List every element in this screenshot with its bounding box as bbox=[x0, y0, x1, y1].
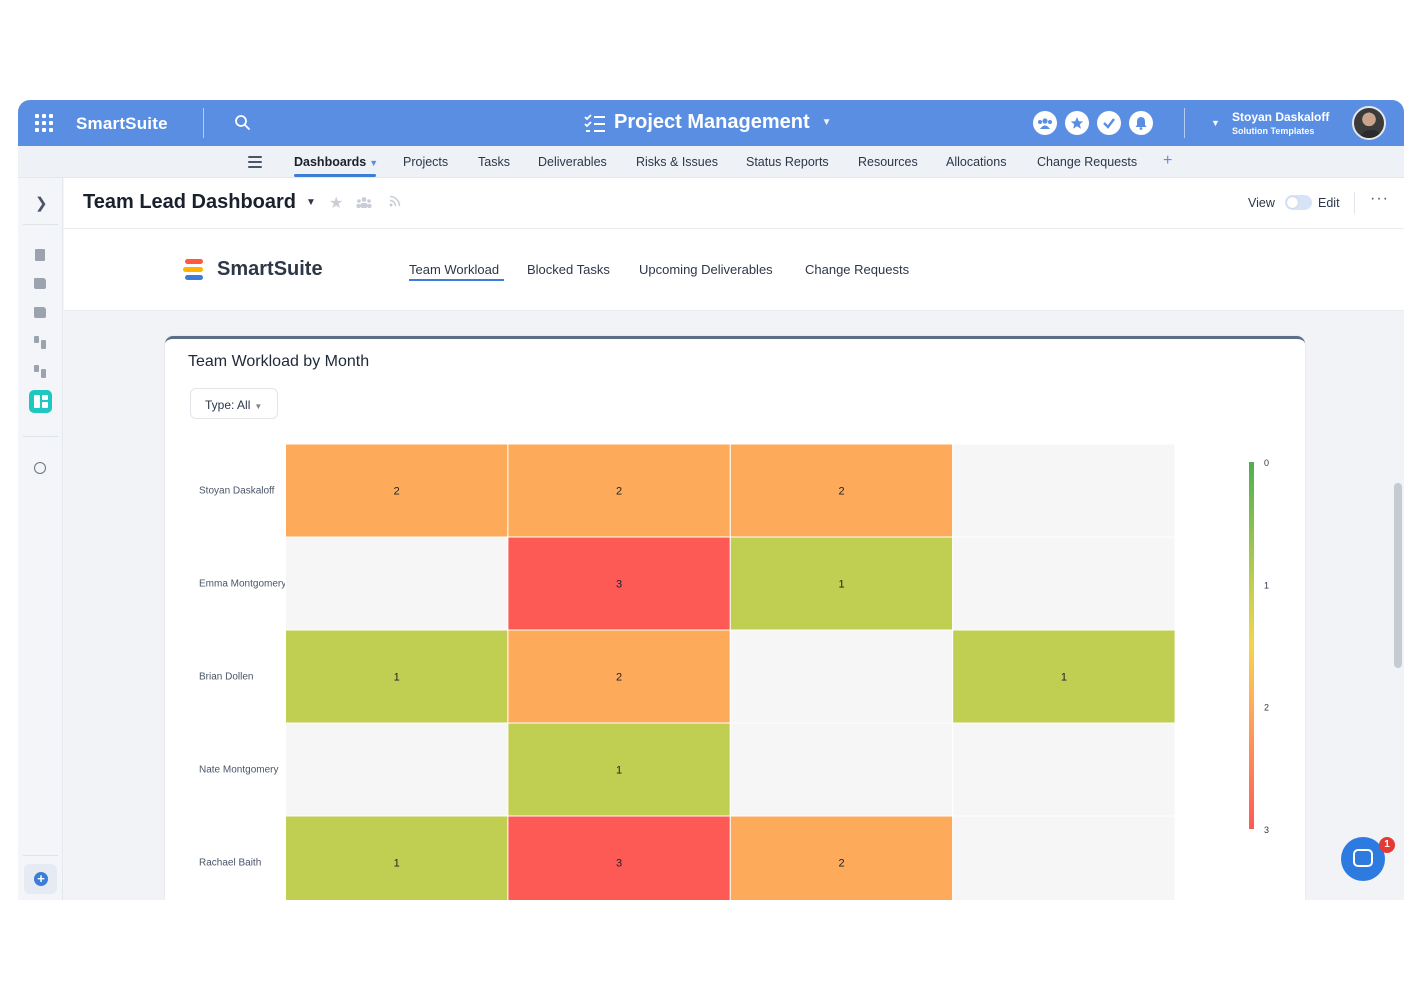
heatmap-cell[interactable] bbox=[285, 722, 509, 817]
heatmap-cell-value: 1 bbox=[838, 579, 844, 591]
heatmap-row-label: Stoyan Daskaloff bbox=[199, 486, 275, 497]
heatmap-cell-value: 1 bbox=[394, 672, 400, 684]
colorscale-tick-label: 0 bbox=[1264, 458, 1269, 468]
heatmap-cell-value: 2 bbox=[616, 672, 622, 684]
chat-icon bbox=[1353, 849, 1373, 867]
colorscale-tick-label: 2 bbox=[1264, 703, 1269, 713]
heatmap-row-label: Nate Montgomery bbox=[199, 765, 278, 776]
heatmap-cell-value: 2 bbox=[838, 486, 844, 498]
heatmap-cell[interactable] bbox=[952, 815, 1176, 900]
heatmap-cell[interactable] bbox=[285, 536, 509, 631]
colorscale-tick-label: 3 bbox=[1264, 825, 1269, 835]
heatmap-cell-value: 3 bbox=[616, 579, 622, 591]
heatmap-cell[interactable] bbox=[729, 722, 954, 817]
heatmap-row-label: Brian Dollen bbox=[199, 672, 253, 683]
heatmap-row-label: Emma Montgomery bbox=[199, 579, 286, 590]
heatmap-chart: Stoyan Daskaloff Emma Montgomery Brian Dol… bbox=[199, 443, 1269, 900]
heatmap-row-label: Rachael Baith bbox=[199, 858, 261, 869]
heatmap-cell[interactable] bbox=[952, 443, 1176, 538]
colorscale-bar bbox=[1249, 462, 1254, 829]
app-window: SmartSuite Project Management ▼ ▼ Stoyan… bbox=[18, 100, 1404, 900]
heatmap-cell-value: 1 bbox=[616, 765, 622, 777]
notification-badge: 1 bbox=[1379, 837, 1395, 853]
heatmap-cell-value: 3 bbox=[616, 858, 622, 870]
colorscale-tick-label: 1 bbox=[1264, 580, 1269, 590]
heatmap-cell-value: 2 bbox=[394, 486, 400, 498]
heatmap-cell-value: 2 bbox=[838, 858, 844, 870]
heatmap-cell-value: 1 bbox=[394, 858, 400, 870]
heatmap-cell-value: 1 bbox=[1061, 672, 1067, 684]
chat-support-button[interactable]: 1 bbox=[1341, 837, 1395, 881]
heatmap-cell[interactable] bbox=[952, 722, 1176, 817]
heatmap-cell[interactable] bbox=[952, 536, 1176, 631]
heatmap-cell[interactable] bbox=[729, 629, 954, 724]
heatmap-cell-value: 2 bbox=[616, 486, 622, 498]
